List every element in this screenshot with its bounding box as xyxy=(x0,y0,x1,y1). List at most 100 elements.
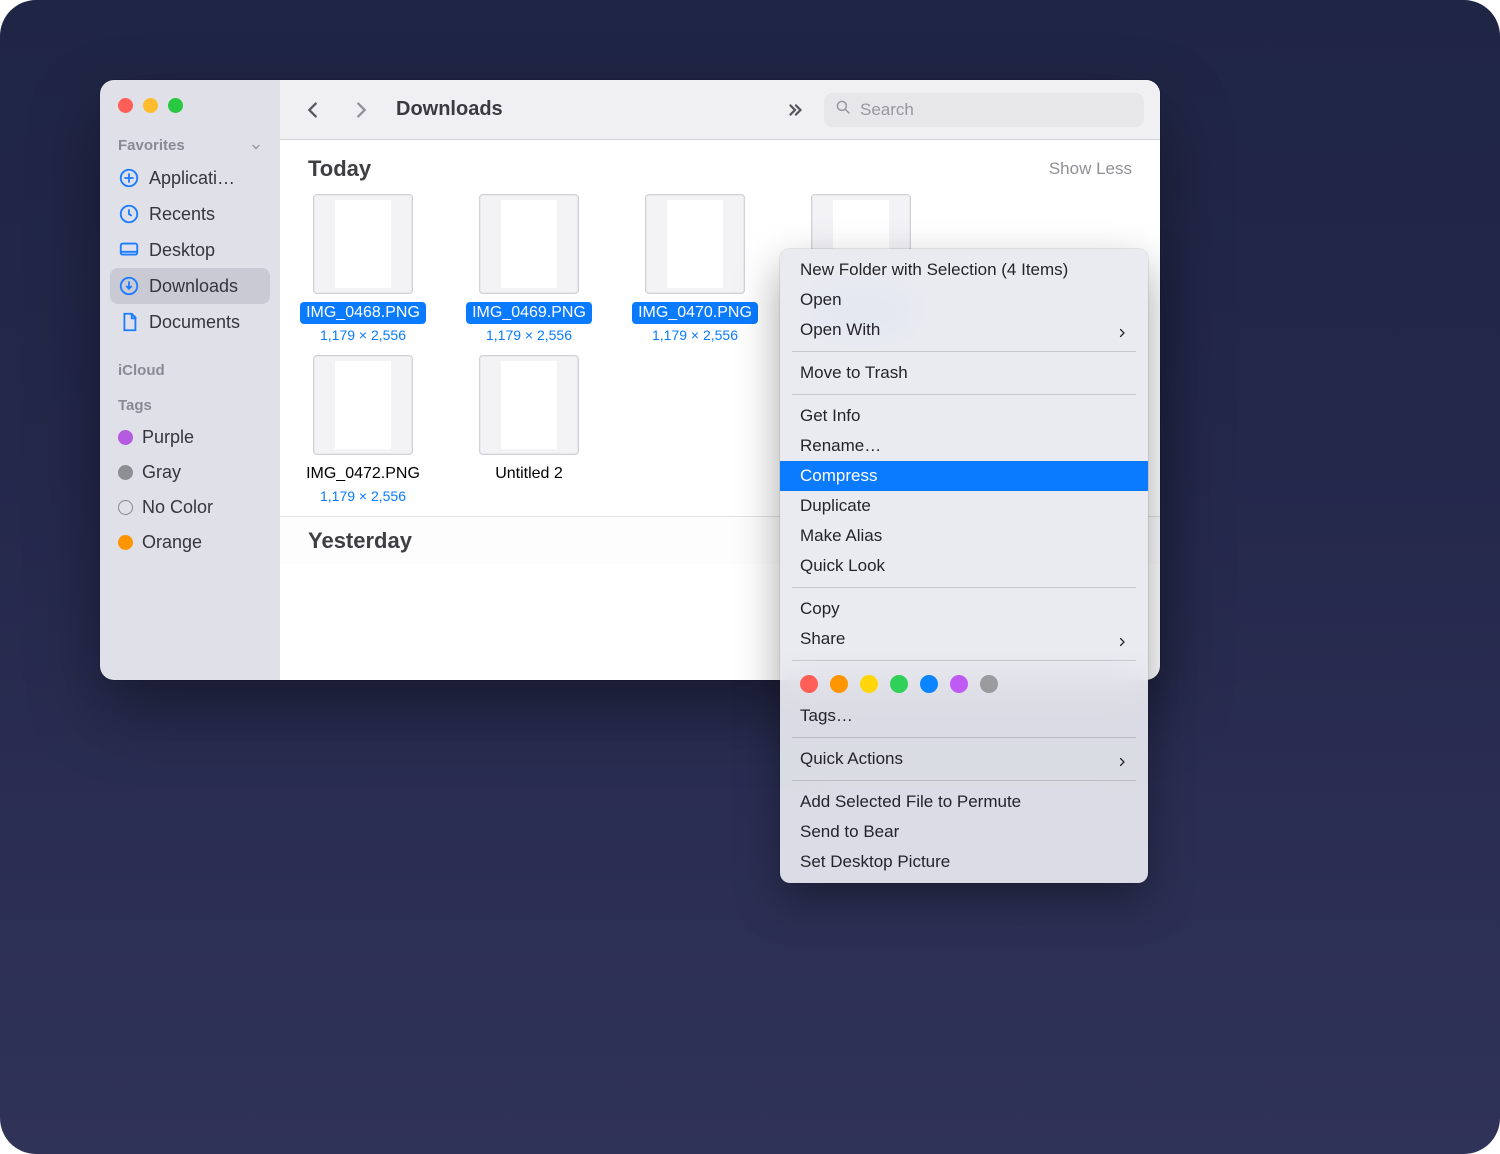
sidebar-tag-orange[interactable]: Orange xyxy=(110,525,270,560)
show-less-button[interactable]: Show Less xyxy=(1049,159,1132,179)
context-menu-item[interactable]: Quick Actions xyxy=(780,744,1148,774)
context-menu-item[interactable]: Make Alias xyxy=(780,521,1148,551)
context-menu-item[interactable]: Set Desktop Picture xyxy=(780,847,1148,877)
sidebar-item-label: Purple xyxy=(142,427,194,448)
file-dimensions: 1,179 × 2,556 xyxy=(320,327,406,343)
context-menu-item-label: Move to Trash xyxy=(800,363,908,383)
file-thumbnail xyxy=(479,355,579,455)
tag-color-button[interactable] xyxy=(860,675,878,693)
sidebar-item-label: Documents xyxy=(149,312,240,333)
context-menu-item[interactable]: Move to Trash xyxy=(780,358,1148,388)
sidebar-tag-nocolor[interactable]: No Color xyxy=(110,490,270,525)
desktop-icon xyxy=(118,239,140,261)
sidebar-section-tags-header[interactable]: Tags xyxy=(110,397,270,420)
minimize-window-button[interactable] xyxy=(143,98,158,113)
window-controls xyxy=(118,98,270,113)
search-placeholder: Search xyxy=(860,100,914,120)
file-item[interactable]: IMG_0470.PNG 1,179 × 2,556 xyxy=(630,194,760,343)
sidebar-item-recents[interactable]: Recents xyxy=(110,196,270,232)
context-menu-item-label: New Folder with Selection (4 Items) xyxy=(800,260,1068,280)
tag-color-button[interactable] xyxy=(890,675,908,693)
sidebar-tag-purple[interactable]: Purple xyxy=(110,420,270,455)
context-menu-item-label: Compress xyxy=(800,466,877,486)
context-menu-separator xyxy=(792,394,1136,395)
group-title: Today xyxy=(308,156,371,182)
context-menu-item[interactable]: Open xyxy=(780,285,1148,315)
file-item[interactable]: IMG_0469.PNG1,179 × 2,556 xyxy=(464,194,594,343)
tag-dot-icon xyxy=(118,500,133,515)
context-menu-item-label: Open xyxy=(800,290,842,310)
file-thumbnail xyxy=(313,194,413,294)
sidebar-section-label: Favorites xyxy=(118,137,185,154)
location-title: Downloads xyxy=(396,98,503,121)
context-menu: New Folder with Selection (4 Items) Open O… xyxy=(780,249,1148,883)
context-menu-item[interactable]: Open With xyxy=(780,315,1148,345)
context-menu-item-label: Quick Look xyxy=(800,556,885,576)
back-button[interactable] xyxy=(296,93,330,127)
file-item[interactable]: IMG_0472.PNG 1,179 × 2,556 xyxy=(298,355,428,504)
context-menu-item-label: Send to Bear xyxy=(800,822,899,842)
chevron-down-icon xyxy=(250,140,262,152)
tag-color-button[interactable] xyxy=(980,675,998,693)
sidebar-section-label: Tags xyxy=(118,397,152,414)
context-menu-item[interactable]: Compress xyxy=(780,461,1148,491)
context-menu-item-label: Rename… xyxy=(800,436,881,456)
search-icon xyxy=(834,98,852,121)
download-icon xyxy=(118,275,140,297)
chevron-right-icon xyxy=(1116,633,1128,645)
document-icon xyxy=(118,311,140,333)
file-item[interactable]: IMG_0468.PNG 1,179 × 2,556 xyxy=(298,194,428,343)
context-menu-item[interactable]: Send to Bear xyxy=(780,817,1148,847)
sidebar-section-icloud-header[interactable]: iCloud xyxy=(110,362,270,385)
sidebar-item-documents[interactable]: Documents xyxy=(110,304,270,340)
file-dimensions: 1,179 × 2,556 xyxy=(652,327,738,343)
file-thumbnail xyxy=(313,355,413,455)
file-name: IMG_0468.PNG xyxy=(300,302,426,324)
context-menu-item[interactable]: Rename… xyxy=(780,431,1148,461)
sidebar-section-favorites-header[interactable]: Favorites xyxy=(110,137,270,160)
tag-dot-icon xyxy=(118,535,133,550)
fullscreen-window-button[interactable] xyxy=(168,98,183,113)
context-menu-item[interactable]: Get Info xyxy=(780,401,1148,431)
tag-dot-icon xyxy=(118,465,133,480)
file-name: IMG_0472.PNG xyxy=(300,463,426,485)
sidebar-item-label: Gray xyxy=(142,462,181,483)
clock-icon xyxy=(118,203,140,225)
context-menu-item[interactable]: Quick Look xyxy=(780,551,1148,581)
file-name: IMG_0470.PNG xyxy=(632,302,758,324)
context-menu-item-label: Open With xyxy=(800,320,880,340)
sidebar-tag-gray[interactable]: Gray xyxy=(110,455,270,490)
sidebar-section-label: iCloud xyxy=(118,362,165,379)
toolbar: Downloads Search xyxy=(280,80,1160,140)
tag-color-button[interactable] xyxy=(800,675,818,693)
sidebar-item-label: Downloads xyxy=(149,276,238,297)
context-menu-item[interactable]: Tags… xyxy=(780,701,1148,731)
context-menu-item[interactable]: Add Selected File to Permute xyxy=(780,787,1148,817)
tag-color-button[interactable] xyxy=(950,675,968,693)
context-menu-item[interactable]: Copy xyxy=(780,594,1148,624)
tag-color-button[interactable] xyxy=(830,675,848,693)
tag-color-button[interactable] xyxy=(920,675,938,693)
context-menu-item-label: Tags… xyxy=(800,706,853,726)
sidebar-item-label: Desktop xyxy=(149,240,215,261)
sidebar-item-applications[interactable]: Applicati… xyxy=(110,160,270,196)
app-store-icon xyxy=(118,167,140,189)
context-menu-item-label: Copy xyxy=(800,599,840,619)
context-menu-item[interactable]: Share xyxy=(780,624,1148,654)
context-menu-item-label: Get Info xyxy=(800,406,860,426)
close-window-button[interactable] xyxy=(118,98,133,113)
sidebar-item-desktop[interactable]: Desktop xyxy=(110,232,270,268)
toolbar-overflow-button[interactable] xyxy=(780,99,810,121)
sidebar-item-label: No Color xyxy=(142,497,213,518)
sidebar-item-label: Applicati… xyxy=(149,168,235,189)
context-menu-item-label: Set Desktop Picture xyxy=(800,852,950,872)
context-menu-item-label: Add Selected File to Permute xyxy=(800,792,1021,812)
file-item[interactable]: Untitled 2 xyxy=(464,355,594,504)
search-input[interactable]: Search xyxy=(824,93,1144,127)
sidebar-item-downloads[interactable]: Downloads xyxy=(110,268,270,304)
forward-button[interactable] xyxy=(344,93,378,127)
file-dimensions: 1,179 × 2,556 xyxy=(320,488,406,504)
context-menu-item[interactable]: New Folder with Selection (4 Items) xyxy=(780,255,1148,285)
group-today-header: Today Show Less xyxy=(280,146,1160,194)
context-menu-item[interactable]: Duplicate xyxy=(780,491,1148,521)
